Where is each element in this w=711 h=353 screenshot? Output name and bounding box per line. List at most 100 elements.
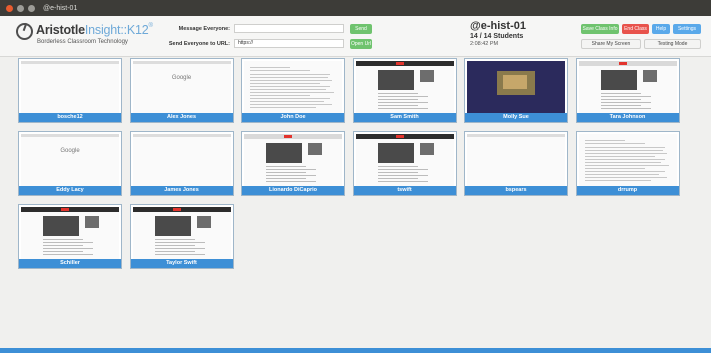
save-class-info-button[interactable]: Save Class Info — [581, 24, 619, 34]
google-logo-text: Google — [60, 148, 80, 154]
url-label: Send Everyone to URL: — [168, 41, 230, 47]
student-screen-thumbnail — [355, 61, 454, 113]
website-text-line — [266, 169, 316, 170]
website-text-line — [600, 99, 641, 100]
document-text-line — [250, 107, 316, 108]
student-tile[interactable]: bspears — [464, 131, 568, 196]
student-name: bspears — [465, 186, 567, 195]
student-screen-thumbnail — [132, 207, 231, 259]
document-text-line — [584, 168, 645, 169]
help-button[interactable]: Help — [652, 24, 670, 34]
website-photo — [308, 143, 322, 155]
class-clock: 2:08:42 PM — [470, 41, 499, 47]
website-logo — [618, 62, 627, 65]
student-name: Sam Smith — [353, 113, 456, 122]
student-tile[interactable]: tswift — [352, 131, 457, 196]
website-photo — [85, 216, 99, 228]
student-tile[interactable]: Google Eddy Lacy — [18, 131, 122, 196]
website-text-line — [43, 248, 93, 249]
student-name: Lionardo DiCaprio — [242, 186, 344, 195]
website-logo — [61, 208, 69, 211]
website-text-line — [266, 166, 306, 167]
send-message-button[interactable]: Send — [350, 24, 372, 34]
document-text-line — [250, 77, 328, 78]
website-header — [355, 134, 454, 139]
student-tile[interactable]: bosche12 — [18, 58, 122, 123]
student-name: Taylor Swift — [130, 259, 233, 268]
website-text-line — [154, 251, 195, 252]
share-screen-button[interactable]: Share My Screen — [581, 39, 641, 49]
window-close-button[interactable] — [6, 4, 13, 12]
website-text-line — [377, 178, 418, 179]
document-text-line — [250, 95, 310, 96]
document-text-line — [584, 177, 667, 178]
student-tile[interactable]: John Doe — [241, 58, 345, 123]
student-name: Eddy Lacy — [19, 186, 121, 195]
website-text-line — [154, 248, 205, 249]
student-tile[interactable]: Google Alex Jones — [129, 58, 234, 123]
website-photo — [266, 143, 302, 163]
website-photo — [642, 70, 657, 82]
window-titlebar: @e-hist-01 — [0, 0, 711, 16]
student-name: bosche12 — [19, 113, 121, 122]
website-logo — [395, 62, 404, 65]
browser-toolbar — [132, 61, 231, 64]
document-text-line — [584, 174, 659, 175]
website-photo — [377, 70, 414, 90]
open-url-button[interactable]: Open Url — [350, 39, 372, 49]
url-input[interactable]: https:// — [234, 39, 344, 48]
website-text-line — [154, 245, 195, 246]
brand-name-bold: Aristotle — [36, 23, 85, 37]
class-name: @e-hist-01 — [470, 20, 526, 32]
document-text-line — [584, 156, 655, 157]
website-logo — [284, 135, 292, 138]
student-tile[interactable]: James Jones — [129, 131, 234, 196]
student-tile[interactable]: Lionardo DiCaprio — [241, 131, 345, 196]
website-logo — [172, 208, 181, 211]
student-tile[interactable]: Sam Smith — [352, 58, 457, 123]
website-text-line — [377, 102, 428, 103]
student-name: John Doe — [242, 113, 344, 122]
website-text-line — [377, 166, 418, 167]
browser-toolbar — [132, 134, 231, 137]
document-text-line — [584, 153, 667, 154]
student-screen-thumbnail — [21, 207, 119, 259]
website-text-line — [377, 181, 428, 182]
window-minimize-button[interactable] — [17, 4, 24, 12]
student-tile[interactable]: Tara Johnson — [575, 58, 680, 123]
website-text-line — [43, 239, 83, 240]
website-photo — [600, 70, 637, 90]
website-text-line — [377, 172, 418, 173]
student-name: drrump — [576, 186, 679, 195]
testing-mode-button[interactable]: Testing Mode — [644, 39, 701, 49]
student-tile[interactable]: Taylor Swift — [129, 204, 234, 269]
logo-ring-icon — [16, 23, 33, 40]
student-tile[interactable]: Molly Sue — [464, 58, 568, 123]
settings-button[interactable]: Settings — [673, 24, 701, 34]
student-tile[interactable]: drrump — [575, 131, 680, 196]
window-maximize-button[interactable] — [28, 4, 35, 12]
document-text-line — [584, 162, 661, 163]
website-header — [578, 61, 677, 66]
website-text-line — [377, 93, 418, 94]
student-tile[interactable]: Schiller — [18, 204, 122, 269]
website-header — [244, 134, 342, 139]
document-text-line — [250, 92, 334, 93]
browser-toolbar — [21, 134, 119, 137]
website-photo — [154, 216, 191, 236]
website-text-line — [154, 239, 195, 240]
student-screen-thumbnail — [467, 61, 565, 113]
document-text-line — [250, 104, 332, 105]
website-text-line — [377, 175, 428, 176]
end-class-button[interactable]: End Class — [622, 24, 649, 34]
website-header — [132, 207, 231, 212]
website-photo — [419, 70, 434, 82]
aristotle-logo: AristotleInsight::K12® Borderless Classr… — [16, 22, 166, 50]
website-text-line — [377, 169, 428, 170]
brand-tagline: Borderless Classroom Technology — [37, 39, 128, 45]
message-input[interactable] — [234, 24, 344, 33]
student-count: 14 / 14 Students — [470, 33, 524, 40]
website-photo — [377, 143, 414, 163]
website-text-line — [43, 251, 83, 252]
website-text-line — [43, 254, 93, 255]
